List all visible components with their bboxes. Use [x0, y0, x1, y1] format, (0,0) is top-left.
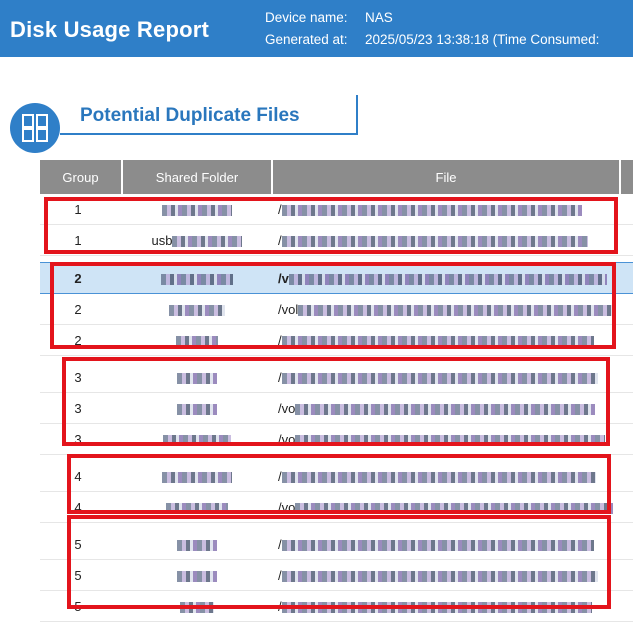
extra-cell: [620, 293, 633, 325]
device-name-label: Device name:: [265, 10, 348, 25]
extra-cell: [620, 529, 633, 560]
highlight-box-group-4: [67, 454, 611, 514]
generated-at-label: Generated at:: [265, 32, 348, 47]
highlight-box-group-3: [62, 357, 610, 446]
column-header-extra: [619, 160, 633, 194]
table-header-row: Group Shared Folder File: [40, 160, 633, 194]
extra-cell: [620, 362, 633, 393]
extra-cell: [620, 590, 633, 622]
highlight-box-group-1: [44, 197, 618, 254]
generated-at-value: 2025/05/23 13:38:18 (Time Consumed:: [365, 32, 600, 47]
extra-cell: [620, 194, 633, 225]
device-name-value: NAS: [365, 10, 393, 25]
duplicate-files-section-header: Potential Duplicate Files: [8, 95, 368, 153]
section-title: Potential Duplicate Files: [80, 105, 300, 126]
report-header: Disk Usage Report Device name: NAS Genera…: [0, 0, 633, 57]
highlight-box-group-5: [67, 515, 611, 609]
extra-cell: [620, 559, 633, 591]
device-name-line: Device name: NAS: [265, 10, 393, 25]
extra-cell: [620, 324, 633, 356]
extra-cell: [620, 491, 633, 523]
section-underline: [60, 133, 358, 135]
generated-at-line: Generated at: 2025/05/23 13:38:18 (Time C…: [265, 32, 599, 47]
extra-cell: [620, 392, 633, 424]
report-title: Disk Usage Report: [10, 17, 210, 42]
highlight-box-group-2: [50, 262, 616, 349]
column-header-file[interactable]: File: [271, 160, 620, 194]
extra-cell: [620, 423, 633, 455]
column-header-group[interactable]: Group: [40, 160, 122, 194]
duplicate-files-icon: [10, 103, 60, 153]
extra-cell: [620, 461, 633, 492]
column-header-shared-folder[interactable]: Shared Folder: [121, 160, 272, 194]
extra-cell: [620, 262, 633, 294]
section-divider: [356, 95, 358, 134]
extra-cell: [620, 224, 633, 256]
